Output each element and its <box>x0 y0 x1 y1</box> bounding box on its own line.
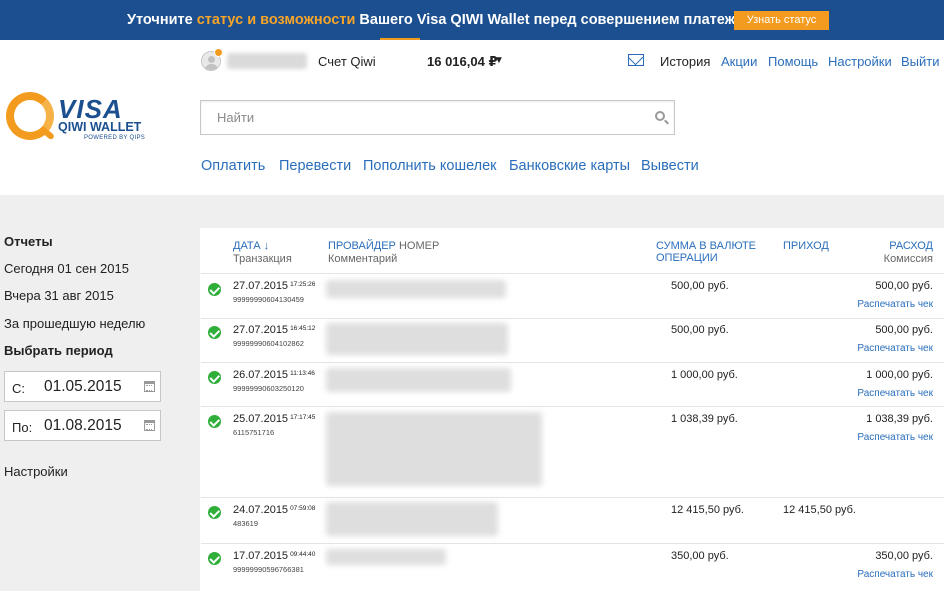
print-receipt-link[interactable]: Распечатать чек <box>857 569 933 580</box>
tx-expense: 1 000,00 руб. <box>866 369 933 381</box>
tx-id: 483619 <box>233 519 259 528</box>
provider-hidden[interactable] <box>326 280 506 298</box>
print-receipt-link[interactable]: Распечатать чек <box>857 299 933 310</box>
banner-text: Уточните статус и возможности Вашего Vis… <box>127 12 748 28</box>
topnav-history[interactable]: История <box>660 54 710 69</box>
tx-date: 17.07.2015 09:44:40 <box>233 550 316 562</box>
topnav-logout[interactable]: Выйти <box>901 54 940 69</box>
provider-hidden[interactable] <box>326 323 508 355</box>
banner-status-link[interactable]: статус и возможности <box>197 12 356 28</box>
avatar-badge <box>214 48 223 57</box>
calendar-icon[interactable] <box>144 420 155 431</box>
success-check-icon <box>208 415 221 428</box>
balance-dropdown-icon[interactable]: ▼ <box>494 55 504 66</box>
tx-date: 27.07.2015 16:45:12 <box>233 324 316 336</box>
mail-icon[interactable] <box>628 54 644 66</box>
success-check-icon <box>208 552 221 565</box>
row-separator <box>201 273 944 274</box>
tx-expense: 500,00 руб. <box>875 280 933 292</box>
sidebar-item-settings[interactable]: Настройки <box>4 464 68 479</box>
search-icon[interactable] <box>655 111 665 121</box>
tx-expense: 1 038,39 руб. <box>866 413 933 425</box>
check-status-button[interactable]: Узнать статус <box>734 11 829 30</box>
sidebar-choose-period: Выбрать период <box>4 343 113 358</box>
topnav-help[interactable]: Помощь <box>768 54 818 69</box>
qiwi-logo[interactable]: VISA QIWI WALLET POWERED BY QIPS <box>6 92 146 144</box>
sidebar: Отчеты Сегодня 01 сен 2015 Вчера 31 авг … <box>0 228 200 591</box>
banner-underline <box>380 38 420 40</box>
account-balance[interactable]: 16 016,04 ₽ <box>427 54 498 70</box>
tx-amount: 12 415,50 руб. <box>671 504 744 516</box>
search-box <box>200 100 675 135</box>
tx-id: 99999990603250120 <box>233 384 304 393</box>
provider-hidden[interactable] <box>326 502 498 536</box>
nav-topup[interactable]: Пополнить кошелек <box>363 158 497 174</box>
search-input[interactable] <box>201 101 641 134</box>
success-check-icon <box>208 326 221 339</box>
tx-expense: 500,00 руб. <box>875 324 933 336</box>
tx-id: 99999990604102862 <box>233 339 304 348</box>
tx-date: 26.07.2015 11:13:46 <box>233 369 315 381</box>
tx-expense: 350,00 руб. <box>875 550 933 562</box>
sidebar-item-today[interactable]: Сегодня 01 сен 2015 <box>4 261 129 276</box>
col-date[interactable]: ДАТА ↓ Транзакция <box>233 240 292 265</box>
tx-amount: 1 000,00 руб. <box>671 369 738 381</box>
col-income[interactable]: ПРИХОД <box>783 240 829 252</box>
tx-amount: 500,00 руб. <box>671 280 729 292</box>
print-receipt-link[interactable]: Распечатать чек <box>857 388 933 399</box>
success-check-icon <box>208 283 221 296</box>
sidebar-item-yesterday[interactable]: Вчера 31 авг 2015 <box>4 288 114 303</box>
provider-hidden[interactable] <box>326 368 511 392</box>
topnav-promotions[interactable]: Акции <box>721 54 757 69</box>
tx-amount: 1 038,39 руб. <box>671 413 738 425</box>
success-check-icon <box>208 371 221 384</box>
tx-id: 99999990596766381 <box>233 565 304 574</box>
print-receipt-link[interactable]: Распечатать чек <box>857 432 933 443</box>
date-from-field[interactable]: С: 01.05.2015 <box>4 371 161 402</box>
nav-bank-cards[interactable]: Банковские карты <box>509 158 630 174</box>
nav-withdraw[interactable]: Вывести <box>641 158 699 174</box>
provider-hidden[interactable] <box>326 549 446 565</box>
provider-hidden[interactable] <box>326 412 542 486</box>
print-receipt-link[interactable]: Распечатать чек <box>857 343 933 354</box>
user-name-hidden <box>227 53 307 69</box>
account-label: Счет Qiwi <box>318 54 376 69</box>
success-check-icon <box>208 506 221 519</box>
tx-date: 25.07.2015 17:17:45 <box>233 413 316 425</box>
tx-date: 27.07.2015 17:25:26 <box>233 280 316 292</box>
sidebar-item-last-week[interactable]: За прошедшую неделю <box>4 316 145 331</box>
topnav-settings[interactable]: Настройки <box>828 54 892 69</box>
tx-amount: 350,00 руб. <box>671 550 729 562</box>
tx-id: 99999990604130459 <box>233 295 304 304</box>
status-banner: Уточните статус и возможности Вашего Vis… <box>0 0 944 40</box>
nav-transfer[interactable]: Перевести <box>279 158 351 174</box>
content-top-strip <box>0 195 944 228</box>
tx-id: 6115751716 <box>233 428 275 437</box>
date-to-field[interactable]: По: 01.08.2015 <box>4 410 161 441</box>
col-expense[interactable]: РАСХОД Комиссия <box>884 240 933 265</box>
sidebar-reports-title: Отчеты <box>4 234 53 249</box>
tx-income: 12 415,50 руб. <box>783 504 856 516</box>
nav-pay[interactable]: Оплатить <box>201 158 265 174</box>
col-amount[interactable]: СУММА В ВАЛЮТЕ ОПЕРАЦИИ <box>656 240 756 264</box>
tx-date: 24.07.2015 07:59:08 <box>233 504 316 516</box>
calendar-icon[interactable] <box>144 381 155 392</box>
col-provider[interactable]: ПРОВАЙДЕР НОМЕР Комментарий <box>328 240 439 265</box>
tx-amount: 500,00 руб. <box>671 324 729 336</box>
